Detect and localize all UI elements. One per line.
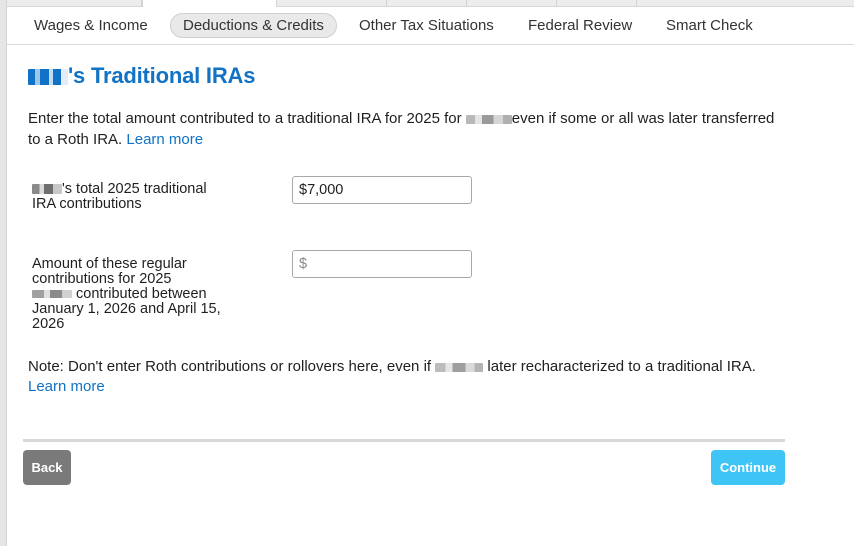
late-contributions-label-start: Amount of these regular contributions fo… [32,256,187,287]
section-tabs: Wages & Income Deductions & Credits Othe… [7,7,854,45]
intro-text-start: Enter the total amount contributed to a … [28,110,466,127]
late-contributions-label: Amount of these regular contributions fo… [32,257,232,332]
note-learn-more-link[interactable]: Learn more [28,378,105,395]
back-button[interactable]: Back [23,450,71,485]
total-contributions-input[interactable] [292,176,472,204]
divider [23,439,785,442]
late-contributions-input[interactable] [292,250,472,278]
redacted-name [32,184,62,195]
note-text-end: later recharacterized to a traditional I… [483,358,756,375]
tab-federal-review[interactable]: Federal Review [516,13,644,38]
learn-more-link[interactable]: Learn more [126,131,203,148]
left-edge [0,0,7,546]
note-text: Note: Don't enter Roth contributions or … [28,357,818,397]
total-contributions-label: 's total 2025 traditional IRA contributi… [32,182,232,212]
note-text-start: Note: Don't enter Roth contributions or … [28,358,436,375]
tab-wages-income[interactable]: Wages & Income [22,13,160,38]
top-tab-strip [7,0,854,7]
tab-other-tax-situations[interactable]: Other Tax Situations [347,13,506,38]
tab-smart-check[interactable]: Smart Check [654,13,765,38]
redacted-name [465,114,512,124]
continue-button[interactable]: Continue [711,450,785,485]
redacted-name [435,362,484,372]
page-title-text: 's Traditional IRAs [68,63,256,88]
page-title: 's Traditional IRAs [28,63,255,89]
tab-deductions-credits[interactable]: Deductions & Credits [170,13,337,38]
redacted-name [28,69,68,86]
redacted-name [32,290,72,299]
intro-text: Enter the total amount contributed to a … [28,108,788,150]
